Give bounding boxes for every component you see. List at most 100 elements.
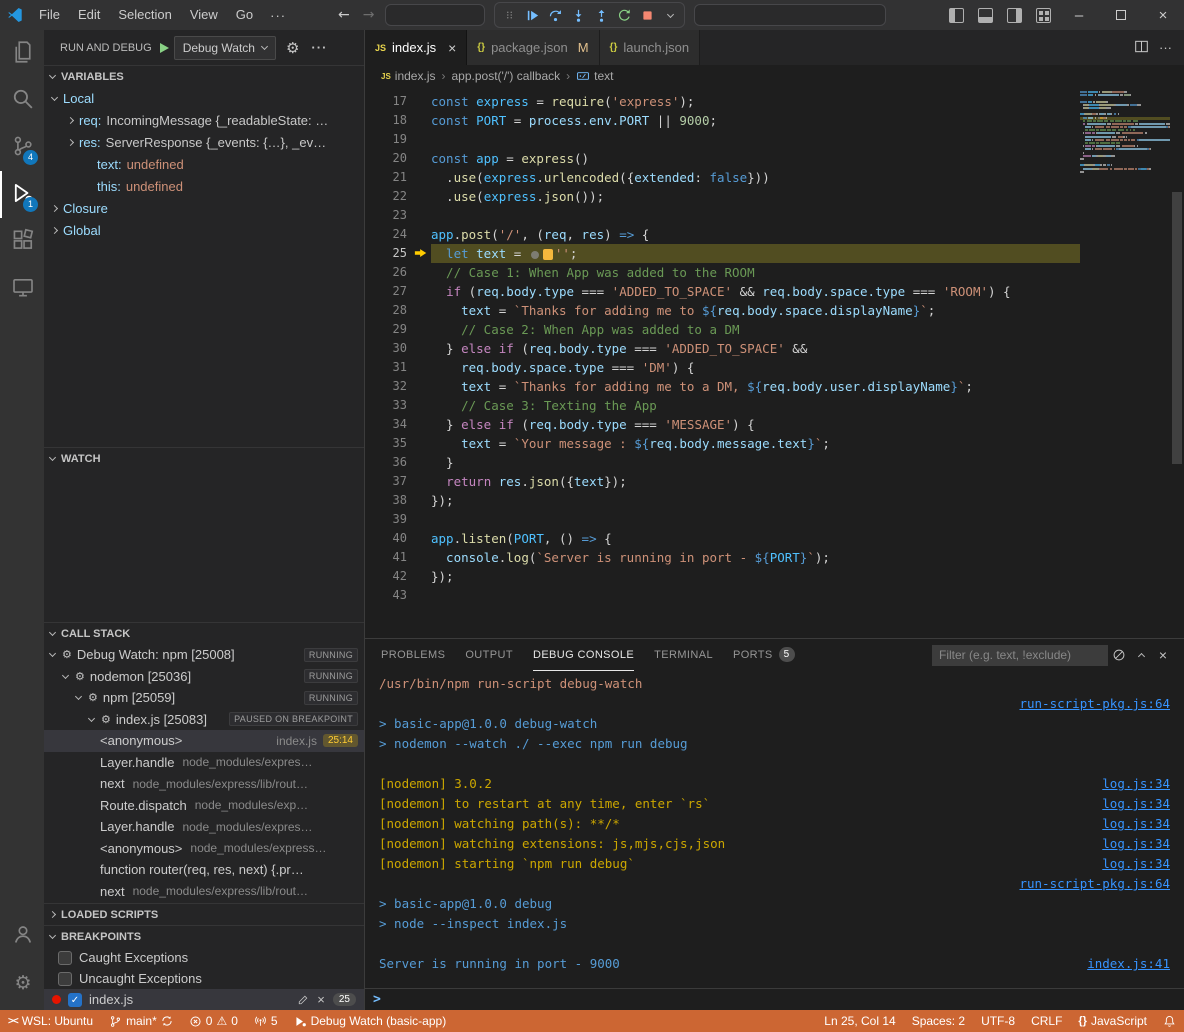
code-text[interactable]: // Case 3: Texting the App <box>431 396 1080 415</box>
menu-selection[interactable]: Selection <box>109 0 180 30</box>
watch-pane-header[interactable]: WATCH <box>44 447 364 469</box>
close-panel-icon[interactable]: × <box>1152 647 1174 663</box>
callstack-frame-row[interactable]: <anonymous>node_modules/express… <box>44 838 364 860</box>
line-number[interactable]: 43 <box>365 586 431 605</box>
source-location-link[interactable]: run-script-pkg.js:64 <box>1019 874 1174 894</box>
stop-dropdown-chevron-icon[interactable] <box>659 4 681 26</box>
clear-console-icon[interactable] <box>1108 648 1130 662</box>
step-into-button[interactable] <box>567 4 589 26</box>
line-number[interactable]: 41 <box>365 548 431 567</box>
status-notifications[interactable] <box>1155 1010 1184 1032</box>
breakpoints-pane-header[interactable]: BREAKPOINTS <box>44 925 364 947</box>
remove-breakpoint-icon[interactable]: × <box>317 992 325 1007</box>
status-indentation[interactable]: Spaces: 2 <box>904 1010 973 1032</box>
activity-run-and-debug[interactable]: 1 <box>0 171 44 218</box>
code-text[interactable]: .use(express.json()); <box>431 187 1080 206</box>
toolbar-gripper[interactable] <box>498 4 520 26</box>
status-problems[interactable]: 0⚠0 <box>181 1010 246 1032</box>
line-number[interactable]: 27 <box>365 282 431 301</box>
callstack-frame-row[interactable]: <anonymous>index.js25:14 <box>44 730 364 752</box>
line-number[interactable]: 26 <box>365 263 431 282</box>
maximize-panel-icon[interactable] <box>1130 651 1152 659</box>
code-text[interactable]: const express = require('express'); <box>431 92 1080 111</box>
command-center[interactable] <box>694 4 886 26</box>
code-text[interactable]: if (req.body.type === 'ADDED_TO_SPACE' &… <box>431 282 1080 301</box>
status-cursor-position[interactable]: Ln 25, Col 14 <box>816 1010 903 1032</box>
menu-file[interactable]: File <box>30 0 69 30</box>
line-number[interactable]: 33 <box>365 396 431 415</box>
code-text[interactable]: app.post('/', (req, res) => { <box>431 225 1080 244</box>
step-out-button[interactable] <box>590 4 612 26</box>
status-language-mode[interactable]: {}JavaScript <box>1070 1010 1155 1032</box>
activity-source-control[interactable]: 4 <box>0 124 44 171</box>
activity-extensions[interactable] <box>0 218 44 265</box>
menu-edit[interactable]: Edit <box>69 0 109 30</box>
breadcrumb-item[interactable]: JSindex.js <box>381 69 435 83</box>
configure-gear-icon[interactable]: ⚙ <box>284 39 301 57</box>
scrollbar-thumb[interactable] <box>1172 192 1182 464</box>
line-number[interactable]: 36 <box>365 453 431 472</box>
editor-tab-launch.json[interactable]: {}launch.json <box>600 30 701 65</box>
activity-explorer[interactable] <box>0 30 44 77</box>
line-number[interactable]: 37 <box>365 472 431 491</box>
launch-config-dropdown[interactable]: Debug Watch <box>174 36 276 60</box>
toggle-sidebar-icon[interactable] <box>949 8 964 23</box>
stop-button[interactable] <box>636 4 658 26</box>
code-viewport[interactable]: 17const express = require('express');18c… <box>365 87 1080 638</box>
callstack-session-row[interactable]: ⚙nodemon [25036]RUNNING <box>44 666 364 688</box>
line-number[interactable]: 22 <box>365 187 431 206</box>
continue-button[interactable] <box>521 4 543 26</box>
start-debugging-button[interactable] <box>160 43 169 53</box>
activity-settings[interactable]: ⚙ <box>0 959 44 1006</box>
callstack-session-row[interactable]: ⚙Debug Watch: npm [25008]RUNNING <box>44 644 364 666</box>
panel-tab-ports[interactable]: PORTS5 <box>733 639 795 671</box>
line-number[interactable]: 38 <box>365 491 431 510</box>
line-number[interactable]: 40 <box>365 529 431 548</box>
line-number[interactable]: 23 <box>365 206 431 225</box>
toggle-panel-icon[interactable] <box>978 8 993 23</box>
code-text[interactable]: // Case 2: When App was added to a DM <box>431 320 1080 339</box>
minimap[interactable] <box>1080 87 1170 638</box>
source-location-link[interactable]: index.js:41 <box>1087 954 1174 974</box>
panel-tab-output[interactable]: OUTPUT <box>465 639 513 671</box>
minimize-button[interactable]: – <box>1058 0 1100 30</box>
line-number[interactable]: 19 <box>365 130 431 149</box>
breakpoint-checkbox[interactable] <box>58 972 72 986</box>
source-location-link[interactable]: log.js:34 <box>1102 814 1174 834</box>
command-center-search[interactable] <box>385 4 485 26</box>
line-number[interactable]: 29 <box>365 320 431 339</box>
callstack-frame-row[interactable]: nextnode_modules/express/lib/rout… <box>44 881 364 903</box>
variable-row[interactable]: res:ServerResponse {_events: {…}, _ev… <box>44 131 364 153</box>
code-text[interactable] <box>431 206 1080 225</box>
code-text[interactable]: } else if (req.body.type === 'MESSAGE') … <box>431 415 1080 434</box>
line-number[interactable]: 28 <box>365 301 431 320</box>
menu-view[interactable]: View <box>181 0 227 30</box>
code-text[interactable]: text = `Thanks for adding me to ${req.bo… <box>431 301 1080 320</box>
code-text[interactable]: } else if (req.body.type === 'ADDED_TO_S… <box>431 339 1080 358</box>
line-number[interactable]: 32 <box>365 377 431 396</box>
line-number[interactable]: 18 <box>365 111 431 130</box>
panel-tab-terminal[interactable]: TERMINAL <box>654 639 713 671</box>
variable-row[interactable]: req:IncomingMessage {_readableState: … <box>44 109 364 131</box>
more-actions-icon[interactable]: ··· <box>309 40 329 55</box>
status-git-branch[interactable]: main* <box>101 1010 181 1032</box>
code-text[interactable]: text = `Your message : ${req.body.messag… <box>431 434 1080 453</box>
edit-breakpoint-icon[interactable] <box>297 994 309 1006</box>
variable-row[interactable]: text:undefined <box>44 153 364 175</box>
callstack-frame-row[interactable]: Route.dispatchnode_modules/exp… <box>44 795 364 817</box>
breadcrumb-item[interactable]: app.post('/') callback <box>451 69 560 83</box>
editor-scrollbar[interactable] <box>1170 87 1184 638</box>
source-location-link[interactable]: log.js:34 <box>1102 854 1174 874</box>
callstack-frame-row[interactable]: nextnode_modules/express/lib/rout… <box>44 773 364 795</box>
line-number[interactable]: 17 <box>365 92 431 111</box>
line-number[interactable]: 24 <box>365 225 431 244</box>
step-over-button[interactable] <box>544 4 566 26</box>
source-location-link[interactable]: log.js:34 <box>1102 834 1174 854</box>
customize-layout-icon[interactable] <box>1036 8 1051 23</box>
menubar-more-icon[interactable]: ··· <box>262 8 294 23</box>
line-number[interactable]: 20 <box>365 149 431 168</box>
more-actions-icon[interactable]: ··· <box>1159 40 1172 55</box>
code-text[interactable]: }); <box>431 491 1080 510</box>
code-text[interactable] <box>431 586 1080 605</box>
breakpoint-checkbox[interactable] <box>58 951 72 965</box>
